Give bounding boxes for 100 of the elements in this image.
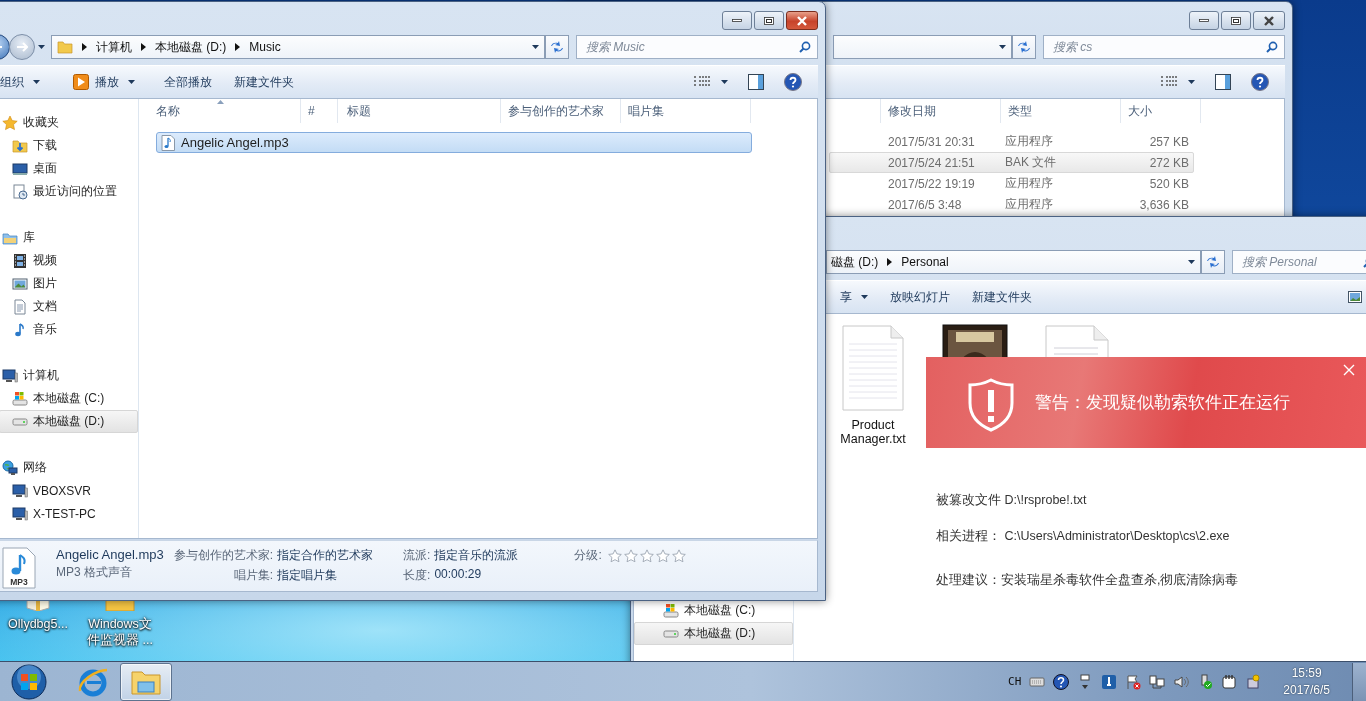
help-button[interactable] <box>1251 73 1269 91</box>
language-indicator[interactable]: CH <box>1008 675 1022 688</box>
flag-icon[interactable] <box>1125 673 1142 690</box>
refresh-button[interactable] <box>545 35 569 59</box>
speaker-icon[interactable] <box>1173 673 1190 690</box>
column-header[interactable]: 大小 <box>1121 99 1201 123</box>
column-header[interactable]: 修改日期 <box>881 99 1001 123</box>
search-bar[interactable]: 搜索 Personal <box>1232 250 1366 274</box>
nav-item[interactable]: 库 <box>0 226 138 249</box>
network-icon[interactable] <box>1149 673 1166 690</box>
file-row[interactable]: 2017/5/24 21:51 BAK 文件 272 KB <box>829 152 1194 173</box>
property-value[interactable]: 指定合作的艺术家 <box>277 547 374 564</box>
search-bar[interactable]: 搜索 Music <box>576 35 818 59</box>
address-bar[interactable]: 磁盘 (D:) Personal <box>826 250 1201 274</box>
refresh-button[interactable] <box>1012 35 1036 59</box>
nav-item[interactable]: VBOXSVR <box>0 479 138 502</box>
search-input[interactable]: 搜索 Personal <box>1242 255 1363 269</box>
refresh-icon <box>1016 40 1032 54</box>
help-icon[interactable] <box>1053 673 1070 690</box>
minimize-icon <box>1199 19 1209 22</box>
nav-item[interactable]: 视频 <box>0 249 138 272</box>
address-bar[interactable] <box>833 35 1012 59</box>
preview-pane-button[interactable] <box>1215 74 1231 90</box>
column-header[interactable]: 名称 <box>139 99 301 123</box>
column-header[interactable]: 唱片集 <box>621 99 751 123</box>
property-value[interactable]: 00:00:29 <box>434 567 519 584</box>
show-desktop-button[interactable] <box>1352 662 1366 701</box>
breadcrumb-arrow-icon[interactable] <box>141 43 146 51</box>
star-icon <box>639 548 654 563</box>
nav-item[interactable]: 音乐 <box>0 318 138 341</box>
nav-item[interactable]: 本地磁盘 (C:) <box>0 387 138 410</box>
nav-item[interactable]: 桌面 <box>0 157 138 180</box>
help-button[interactable] <box>784 73 802 91</box>
search-input[interactable]: 搜索 Music <box>586 40 799 54</box>
property-label: 流派: <box>403 547 431 564</box>
table-cell-text: 2017/5/22 19:19 <box>887 176 976 191</box>
close-button[interactable] <box>1253 11 1285 30</box>
nav-item[interactable]: 本地磁盘 (C:) <box>634 599 793 622</box>
toolbar-button[interactable]: 全部播放 <box>153 69 223 95</box>
list-view-icon <box>694 76 710 88</box>
preview-pane-button[interactable] <box>748 74 764 90</box>
nav-item[interactable]: 本地磁盘 (D:) <box>0 410 138 433</box>
taskbar-button[interactable] <box>120 662 172 701</box>
breadcrumb-item[interactable]: 本地磁盘 (D:) <box>155 38 227 56</box>
breadcrumb-arrow-icon[interactable] <box>82 43 87 51</box>
breadcrumb-arrow-icon[interactable] <box>887 258 893 266</box>
close-button[interactable] <box>786 11 818 30</box>
toolbar-button[interactable]: 组织 <box>0 69 62 95</box>
refresh-icon <box>1205 255 1221 269</box>
toolbar-button[interactable]: 新建文件夹 <box>961 284 1043 310</box>
nav-item[interactable]: 本地磁盘 (D:) <box>634 622 793 645</box>
file-row[interactable]: 2017/6/5 3:48 应用程序 3,636 KB <box>829 194 1194 215</box>
file-row[interactable]: 2017/5/31 20:31 应用程序 257 KB <box>829 131 1194 152</box>
property-value[interactable]: 指定音乐的流派 <box>434 547 519 564</box>
table-cell-text: 应用程序 <box>1003 133 1054 150</box>
maximize-button[interactable] <box>754 11 784 30</box>
nav-item[interactable]: 文档 <box>0 295 138 318</box>
nav-item[interactable]: X-TEST-PC <box>0 502 138 525</box>
nav-item[interactable]: 收藏夹 <box>0 111 138 134</box>
refresh-button[interactable] <box>1201 250 1225 274</box>
help-icon <box>1251 73 1269 91</box>
view-options-button[interactable] <box>694 76 728 88</box>
minimize-button[interactable] <box>722 11 752 30</box>
column-header[interactable]: 类型 <box>1001 99 1121 123</box>
nav-item[interactable]: 计算机 <box>0 364 138 387</box>
nav-item[interactable]: 网络 <box>0 456 138 479</box>
search-input[interactable]: 搜索 cs <box>1053 40 1266 54</box>
file-row[interactable]: 2017/5/22 19:19 应用程序 520 KB <box>829 173 1194 194</box>
book-icon[interactable] <box>25 601 51 611</box>
toolbar-button[interactable]: 放映幻灯片 <box>879 284 961 310</box>
search-bar[interactable]: 搜索 cs <box>1043 35 1285 59</box>
property-value[interactable]: 指定唱片集 <box>277 567 374 584</box>
minimize-button[interactable] <box>1189 11 1219 30</box>
file-row[interactable]: Angelic Angel.mp3 <box>156 132 752 153</box>
address-bar[interactable]: 计算机 本地磁盘 (D:) Music <box>51 35 545 59</box>
star-icon <box>655 548 670 563</box>
toolbar-button[interactable]: 播放 <box>62 69 153 95</box>
column-header[interactable]: 标题 <box>338 99 501 123</box>
maximize-icon <box>764 16 774 25</box>
view-options-button[interactable] <box>1161 76 1195 88</box>
breadcrumb-item[interactable]: Personal <box>901 255 949 269</box>
toolbar-button[interactable]: 享 <box>829 284 879 310</box>
toolbar-button[interactable]: 新建文件夹 <box>223 69 305 95</box>
preview-pane-button[interactable] <box>1348 291 1362 303</box>
close-icon <box>796 15 808 26</box>
breadcrumb-item[interactable]: 计算机 <box>96 38 132 56</box>
column-header[interactable]: 参与创作的艺术家 <box>501 99 621 123</box>
maximize-button[interactable] <box>1221 11 1251 30</box>
nav-item[interactable]: 最近访问的位置 <box>0 180 138 203</box>
star-rating[interactable] <box>607 547 686 564</box>
nav-item[interactable]: 图片 <box>0 272 138 295</box>
breadcrumb-item[interactable]: 磁盘 (D:) <box>831 253 879 271</box>
file-name[interactable]: Product Manager.txt <box>837 418 909 446</box>
plug-icon[interactable] <box>1221 673 1238 690</box>
breadcrumb-arrow-icon[interactable] <box>235 43 241 51</box>
column-header[interactable]: # <box>301 99 338 123</box>
minimize-icon <box>732 19 742 22</box>
nav-item[interactable]: 下载 <box>0 134 138 157</box>
property-label: 长度: <box>403 567 431 584</box>
breadcrumb-item[interactable]: Music <box>249 40 281 54</box>
